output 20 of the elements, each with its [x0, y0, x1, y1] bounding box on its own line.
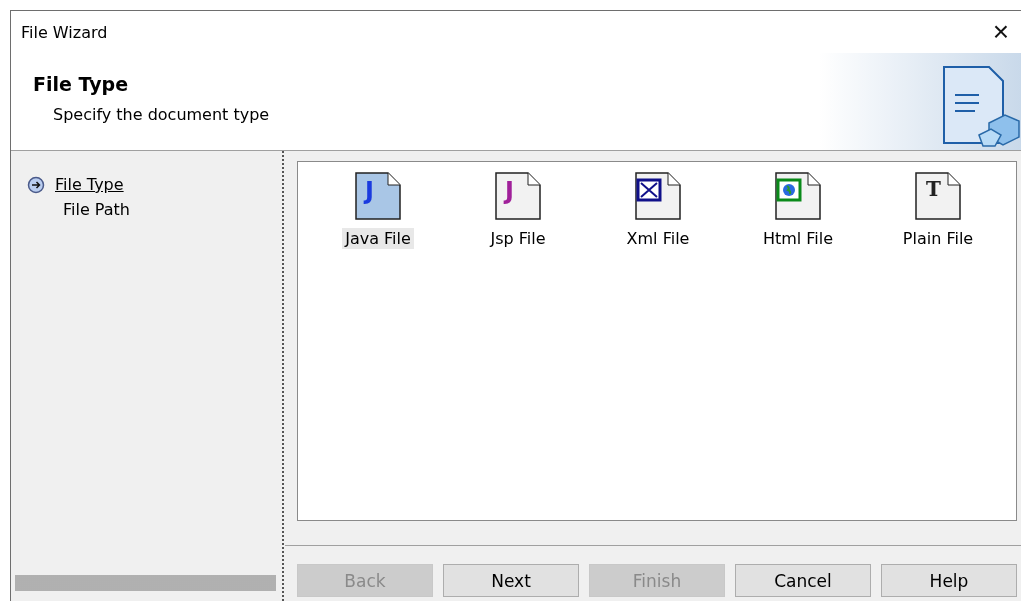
text-file-icon: T [915, 172, 961, 220]
resize-grip[interactable] [15, 575, 277, 591]
file-type-label[interactable]: Plain File [899, 228, 977, 249]
page-subtitle: Specify the document type [52, 105, 270, 124]
file-type-label[interactable]: Html File [759, 228, 837, 249]
html-file-icon [775, 172, 821, 220]
jsp-file-icon: J [495, 172, 541, 220]
close-button[interactable]: × [981, 14, 1021, 50]
wizard-button[interactable]: Next [443, 564, 579, 597]
page-title: File Type [33, 73, 130, 95]
file-type-label[interactable]: Jsp File [487, 228, 549, 249]
window-title: File Wizard [21, 22, 108, 42]
java-file-icon: J [355, 172, 401, 220]
wizard-step[interactable]: File Type [27, 175, 281, 194]
wizard-step[interactable]: File Path [27, 200, 281, 219]
wizard-button[interactable]: Help [881, 564, 1017, 597]
file-type-label[interactable]: Java File [342, 228, 414, 249]
xml-file-icon [635, 172, 681, 220]
file-type-label[interactable]: Xml File [623, 228, 693, 249]
wizard-button[interactable]: Cancel [735, 564, 871, 597]
